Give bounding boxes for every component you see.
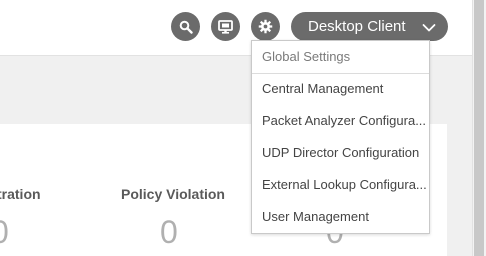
settings-button[interactable] — [251, 12, 280, 41]
desktop-client-label: Desktop Client — [308, 18, 406, 35]
menu-divider — [252, 73, 429, 74]
chevron-down-icon — [422, 20, 436, 38]
metric-value-policy-violation: 0 — [160, 214, 178, 250]
monitor-icon — [218, 19, 233, 34]
menu-item-external-lookup-configuration[interactable]: External Lookup Configura... — [252, 171, 429, 199]
scrollbar-thumb[interactable] — [474, 0, 484, 256]
menu-item-label: External Lookup Configura... — [262, 177, 427, 192]
gear-icon — [258, 19, 273, 34]
menu-item-udp-director-configuration[interactable]: UDP Director Configuration — [252, 139, 429, 167]
search-button[interactable] — [171, 12, 200, 41]
desktop-client-dropdown[interactable]: Desktop Client — [291, 12, 448, 41]
desktop-button[interactable] — [211, 12, 240, 41]
menu-item-label: UDP Director Configuration — [262, 145, 420, 160]
metric-value-registration: 0 — [0, 216, 9, 248]
menu-item-central-management[interactable]: Central Management — [252, 75, 429, 103]
menu-item-label: Central Management — [262, 81, 384, 96]
metric-label-registration: tration — [0, 186, 41, 202]
menu-item-label: Packet Analyzer Configura... — [262, 113, 427, 128]
global-settings-menu: Global Settings Central Management Packe… — [251, 40, 430, 234]
menu-item-label: User Management — [262, 209, 369, 224]
menu-item-packet-analyzer-configuration[interactable]: Packet Analyzer Configura... — [252, 107, 429, 135]
search-icon — [179, 20, 193, 34]
metric-label-policy-violation: Policy Violation — [121, 186, 225, 202]
menu-item-user-management[interactable]: User Management — [252, 203, 429, 231]
menu-header-global-settings: Global Settings — [262, 49, 351, 64]
